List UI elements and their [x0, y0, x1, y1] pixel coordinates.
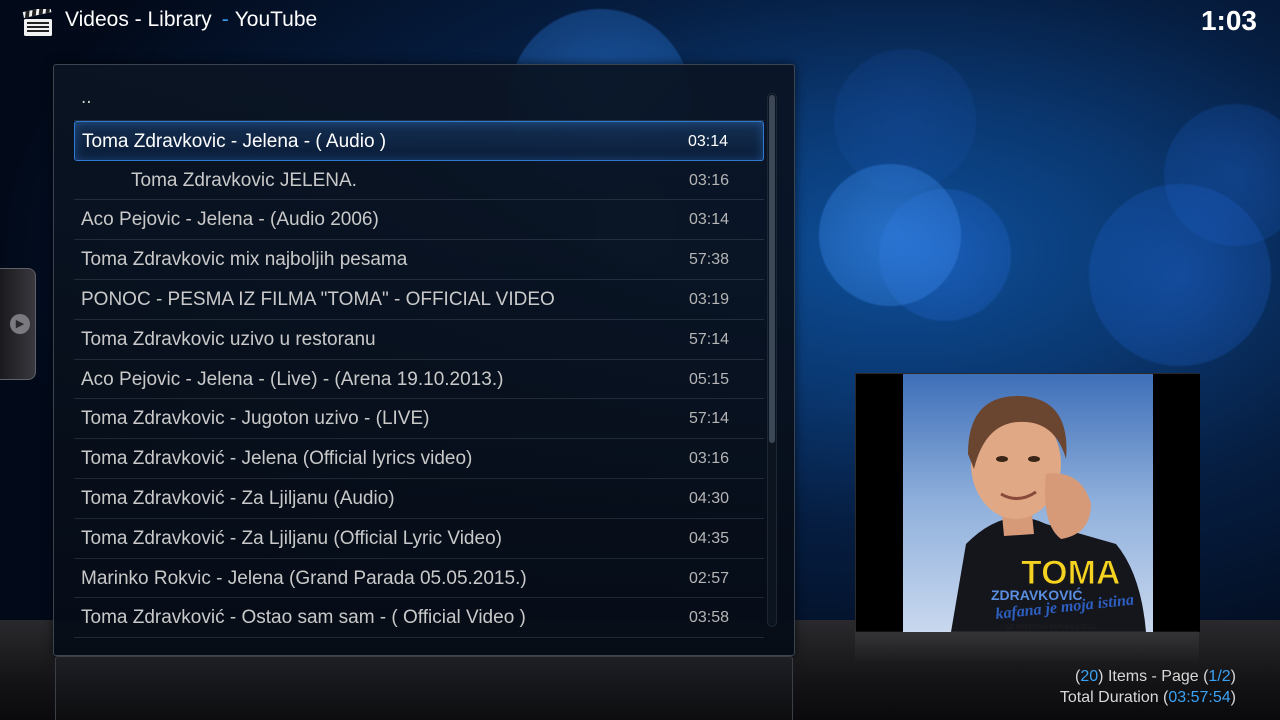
- list-item-title: Toma Zdravković - Za Ljiljanu (Audio): [81, 487, 395, 509]
- title-separator: -: [221, 8, 229, 31]
- list-item-duration: 03:16: [688, 450, 729, 468]
- list-item-title: Toma Zdravković - Za Ljiljanu (Official …: [81, 527, 502, 549]
- list-item-duration: 03:16: [688, 171, 729, 189]
- list-item-title: Aco Pejovic - Jelena - (Live) - (Arena 1…: [81, 368, 504, 390]
- file-list-panel: .. Toma Zdravkovic - Jelena - ( Audio ) …: [53, 64, 795, 656]
- list-item-duration: 05:15: [688, 370, 729, 388]
- items-page-info: (20) Items - Page (1/2): [1060, 666, 1236, 687]
- list-item-title: Toma Zdravković - Ostao sam sam - ( Offi…: [81, 607, 526, 629]
- video-thumbnail: TOMA ZDRAVKOVIĆ kafana je moja istina UZ…: [855, 373, 1200, 632]
- list-item-duration: 03:19: [688, 290, 729, 308]
- scrollbar-thumb[interactable]: [769, 95, 775, 443]
- total-duration: 03:57:54: [1168, 689, 1231, 706]
- list-scrollbar[interactable]: [767, 93, 777, 627]
- list-item-duration: 04:35: [688, 529, 729, 547]
- list-item[interactable]: Toma Zdravkovic JELENA. 03:16: [74, 161, 764, 201]
- thumbnail-credit: UZ ORKESTAR FARUKA JAŽIĆA: [1006, 623, 1096, 631]
- list-item-title: Toma Zdravkovic JELENA.: [131, 169, 357, 191]
- list-item-title: PONOC - PESMA IZ FILMA "TOMA" - OFFICIAL…: [81, 288, 555, 310]
- duration-close: ): [1230, 689, 1236, 706]
- page-number: 1/2: [1208, 668, 1231, 685]
- list-item-duration: 03:58: [688, 609, 729, 627]
- file-list: .. Toma Zdravkovic - Jelena - ( Audio ) …: [74, 81, 764, 639]
- list-item[interactable]: Aco Pejovic - Jelena - (Audio 2006) 03:1…: [74, 200, 764, 241]
- list-item[interactable]: Toma Zdravkovic - Jelena - ( Audio ) 03:…: [74, 120, 764, 161]
- list-item[interactable]: Toma Zdravkovic mix najboljih pesama 57:…: [74, 240, 764, 280]
- title-addon: YouTube: [234, 8, 318, 31]
- list-item-duration: 03:14: [688, 211, 729, 229]
- list-item-title: Toma Zdravkovic - Jugoton uzivo - (LIVE): [81, 408, 430, 430]
- duration-label: Total Duration (: [1059, 689, 1169, 706]
- list-item[interactable]: PONOC - PESMA IZ FILMA "TOMA" - OFFICIAL…: [74, 280, 764, 320]
- arrow-right-icon: ▶: [10, 314, 30, 334]
- title-section: Videos - Library: [65, 8, 212, 31]
- list-item[interactable]: Toma Zdravković - Jelena (Official lyric…: [74, 439, 764, 479]
- list-item-duration: 03:14: [687, 132, 728, 150]
- page-close: ): [1230, 668, 1236, 685]
- list-item-duration: 04:30: [688, 489, 729, 507]
- total-duration-info: Total Duration (03:57:54): [1060, 687, 1236, 708]
- list-item-duration: 57:14: [688, 410, 729, 428]
- list-item-title: Aco Pejovic - Jelena - (Audio 2006): [81, 209, 379, 231]
- list-item-duration: 57:14: [688, 330, 729, 348]
- list-item-title: Toma Zdravkovic uzivo u restoranu: [81, 328, 376, 350]
- list-item-label: ..: [81, 87, 92, 108]
- items-text: ) Items - Page (: [1098, 668, 1209, 685]
- list-item-duration: 57:38: [688, 251, 729, 269]
- list-item-parent-folder[interactable]: ..: [74, 81, 764, 121]
- list-item-title: Toma Zdravkovic - Jelena - ( Audio ): [82, 130, 387, 152]
- list-item-title: Toma Zdravković - Jelena (Official lyric…: [81, 448, 473, 470]
- list-item[interactable]: Toma Zdravković - Za Ljiljanu (Official …: [74, 519, 764, 559]
- item-count: 20: [1080, 668, 1099, 685]
- list-item[interactable]: Toma Zdravković - Za Ljiljanu (Audio) 04…: [74, 479, 764, 519]
- list-item[interactable]: Marinko Rokvic - Jelena (Grand Parada 05…: [74, 559, 764, 599]
- list-item-duration: 02:57: [688, 569, 729, 587]
- side-menu-tab[interactable]: ▶: [0, 268, 36, 380]
- clock: 1:03: [1200, 5, 1257, 36]
- clapperboard-icon: [22, 6, 54, 37]
- info-panel: [55, 656, 793, 720]
- list-item[interactable]: Aco Pejovic - Jelena - (Live) - (Arena 1…: [74, 360, 764, 400]
- list-item[interactable]: Toma Zdravković - Ostao sam sam - ( Offi…: [74, 598, 764, 639]
- list-item[interactable]: Toma Zdravkovic uzivo u restoranu 57:14: [74, 320, 764, 360]
- header: Videos - Library - YouTube 1:03: [0, 0, 1280, 46]
- list-item[interactable]: Toma Zdravkovic - Jugoton uzivo - (LIVE)…: [74, 399, 764, 440]
- footer-info: (20) Items - Page (1/2) Total Duration (…: [1060, 666, 1236, 708]
- page-title: Videos - Library - YouTube: [65, 8, 317, 32]
- thumbnail-reflection: [855, 631, 1199, 665]
- list-item-title: Marinko Rokvic - Jelena (Grand Parada 05…: [81, 567, 527, 589]
- list-item-title: Toma Zdravkovic mix najboljih pesama: [81, 249, 408, 271]
